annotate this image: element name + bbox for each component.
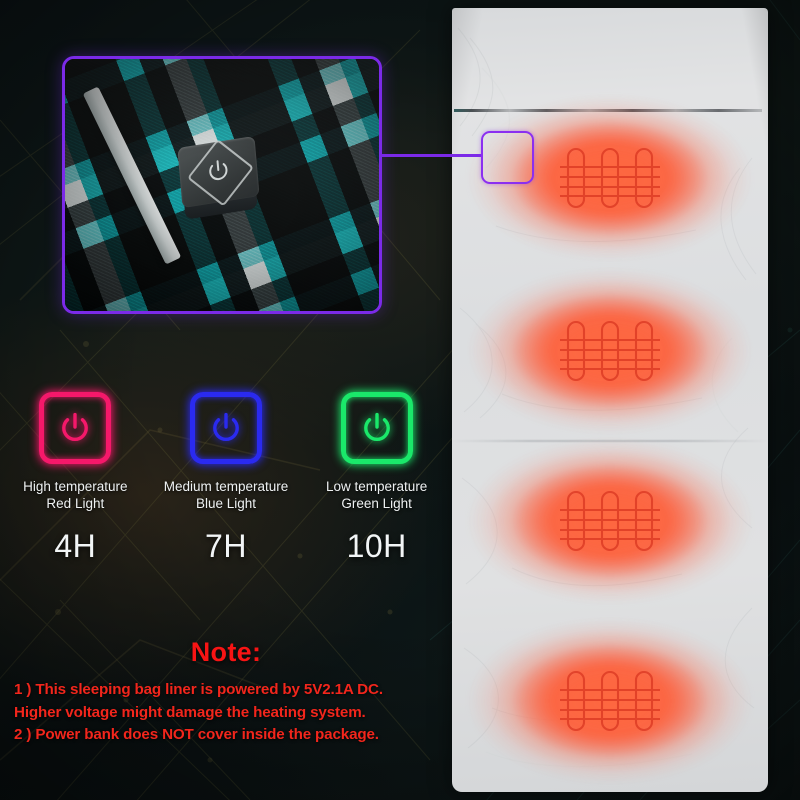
mode-label-line1: Medium temperature	[163, 479, 289, 494]
mode-hours: 7H	[205, 528, 247, 564]
neon-power-button-blue[interactable]	[190, 392, 262, 464]
temperature-modes: High temperature Red Light 4H Medium tem…	[0, 392, 452, 563]
mode-high[interactable]: High temperature Red Light 4H	[0, 392, 151, 563]
mode-label: Low temperature Green Light	[326, 478, 427, 512]
bag-top-seam	[454, 109, 762, 112]
mode-medium[interactable]: Medium temperature Blue Light 7H	[151, 392, 302, 563]
note-line: 2 ) Power bank does NOT cover inside the…	[14, 726, 379, 743]
note-title: Note:	[190, 637, 262, 667]
product-infographic: High temperature Red Light 4H Medium tem…	[0, 0, 800, 800]
mode-label: High temperature Red Light	[23, 478, 127, 512]
mode-hours: 10H	[346, 528, 407, 564]
bag-fabric	[452, 8, 768, 792]
heated-sleeping-bag	[452, 8, 768, 792]
neon-power-button-red[interactable]	[39, 392, 112, 464]
power-icon	[359, 410, 395, 446]
power-icon	[57, 410, 93, 446]
fabric-wrinkles	[452, 8, 768, 792]
mode-label-line1: Low temperature	[326, 479, 428, 494]
mode-hours: 4H	[54, 528, 97, 564]
note-block: Note: 1 ) This sleeping bag liner is pow…	[0, 636, 452, 747]
mode-label-line1: High temperature	[23, 479, 128, 494]
callout-connector-line	[370, 154, 483, 157]
mode-low[interactable]: Low temperature Green Light 10H	[301, 392, 452, 563]
mode-label: Medium temperature Blue Light	[164, 478, 289, 512]
mode-label-line2: Red Light	[46, 496, 105, 511]
note-line: Higher voltage might damage the heating …	[14, 703, 366, 721]
note-lines: 1 ) This sleeping bag liner is powered b…	[0, 679, 452, 747]
controller-closeup-photo	[62, 56, 382, 314]
controller-location-highlight	[481, 131, 534, 184]
neon-power-button-green[interactable]	[340, 392, 413, 464]
power-icon	[208, 410, 244, 446]
bag-fold-line	[452, 440, 768, 442]
mode-label-line2: Blue Light	[195, 496, 257, 511]
mode-label-line2: Green Light	[341, 496, 412, 511]
note-line: 1 ) This sleeping bag liner is powered b…	[14, 681, 383, 698]
photo-shading	[65, 59, 379, 311]
